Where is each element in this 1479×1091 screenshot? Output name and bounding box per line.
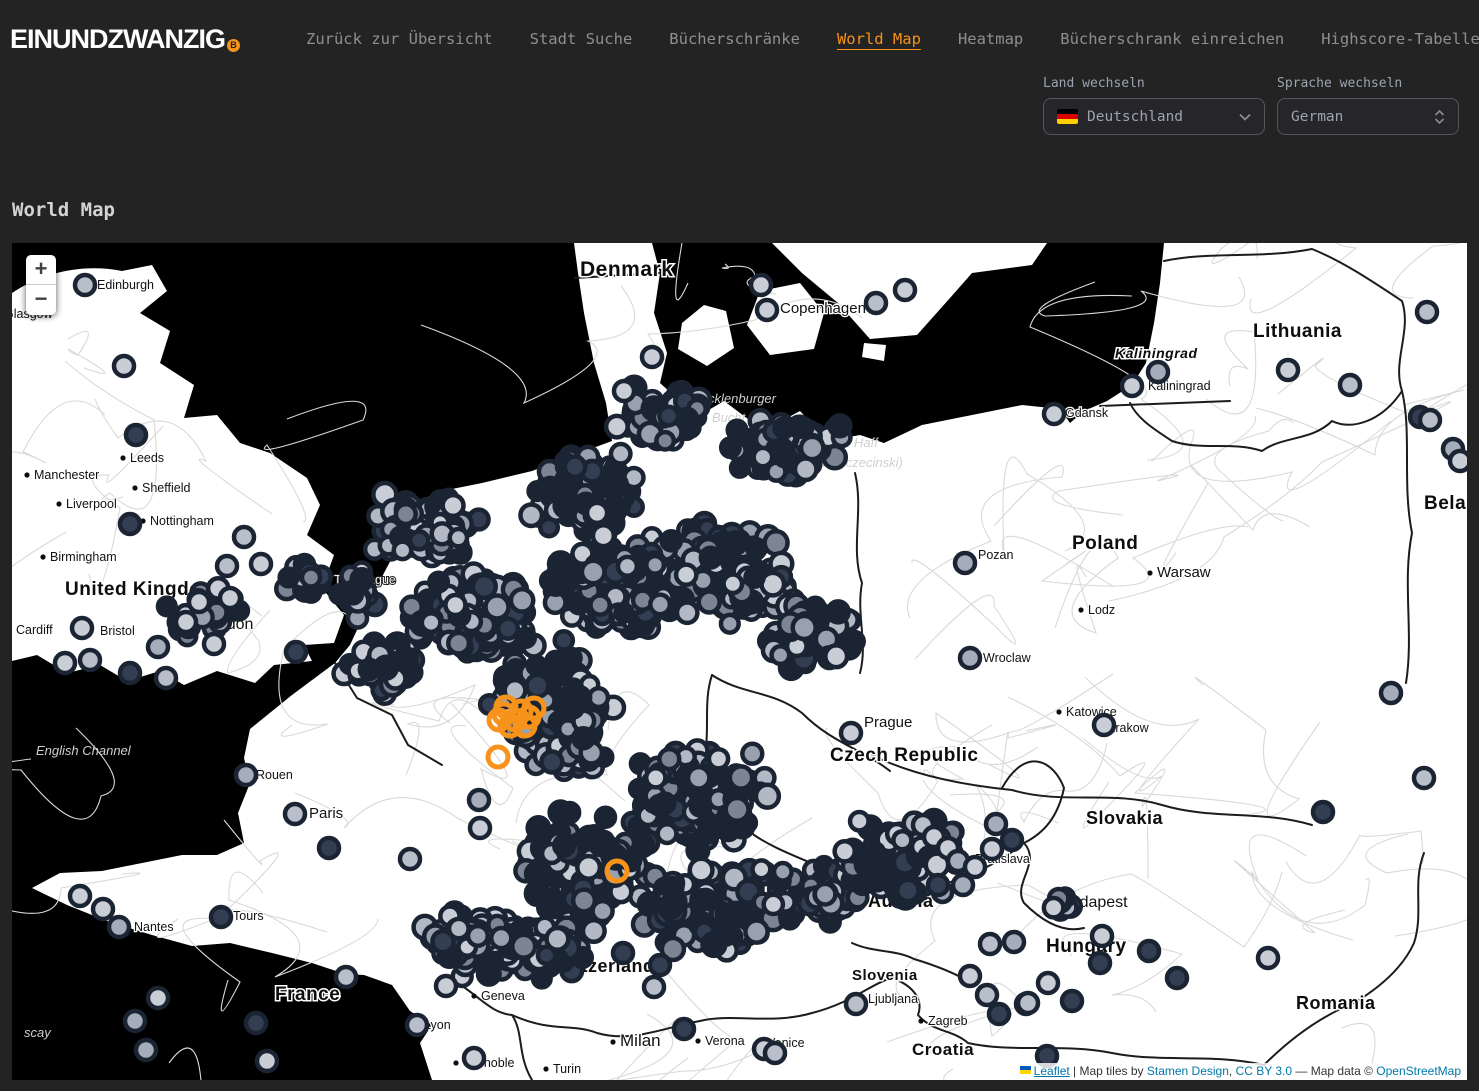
svg-text:France: France [275,984,340,1005]
header-controls: Land wechseln Deutschland Sprache wechse… [0,58,1479,135]
svg-text:Sheffield: Sheffield [142,481,190,495]
stamen-design-link[interactable]: Stamen Design [1147,1064,1229,1078]
nav-item-highscore-table[interactable]: Highscore-Tabelle [1321,30,1479,48]
attribution-text: | Map tiles by [1070,1064,1147,1078]
ukraine-flag-icon [1020,1066,1031,1074]
nav-item-back-to-overview[interactable]: Zurück zur Übersicht [306,30,493,48]
svg-text:Zagreb: Zagreb [928,1014,968,1028]
chevron-up-down-icon [1434,110,1445,124]
svg-text:Romania: Romania [1296,993,1376,1013]
nav-item-heatmap[interactable]: Heatmap [958,30,1023,48]
map-zoom-control: + − [26,255,56,315]
svg-text:Bristol: Bristol [100,624,135,638]
nav-item-submit-bookcase[interactable]: Bücherschrank einreichen [1060,30,1284,48]
zoom-out-button[interactable]: − [26,285,56,315]
country-select-value: Deutschland [1087,109,1230,125]
svg-text:Leeds: Leeds [130,451,164,465]
language-select-value: German [1291,109,1425,125]
nav-item-world-map[interactable]: World Map [837,30,921,48]
app-logo[interactable]: EINUNDZWANZIG B [10,26,240,53]
map-attribution: Leaflet | Map tiles by Stamen Design, CC… [1015,1063,1467,1080]
svg-text:Cardiff: Cardiff [16,623,53,637]
svg-text:Geneva: Geneva [481,989,525,1003]
bitcoin-icon: B [227,39,240,52]
svg-text:Denmark: Denmark [580,258,673,281]
svg-text:Czech Republic: Czech Republic [830,745,978,766]
svg-text:Tours: Tours [233,909,264,923]
svg-text:Poland: Poland [1072,533,1138,554]
attribution-comma: , [1229,1064,1236,1078]
germany-flag-icon [1057,109,1078,124]
svg-text:Paris: Paris [309,805,343,822]
svg-text:Rouen: Rouen [256,768,293,782]
world-map: English ChannelscayMecklenburgerBuchtSte… [12,243,1467,1080]
svg-text:Pozan: Pozan [978,548,1013,562]
language-select[interactable]: German [1277,98,1459,135]
svg-text:English Channel: English Channel [36,743,132,758]
svg-text:Nantes: Nantes [134,920,174,934]
map-canvas[interactable]: English ChannelscayMecklenburgerBuchtSte… [12,243,1467,1080]
svg-text:Prague: Prague [864,714,912,731]
svg-text:Birmingham: Birmingham [50,550,117,564]
svg-text:Lodz: Lodz [1088,603,1115,617]
page-title: World Map [12,199,1479,221]
svg-text:Kaliningrad: Kaliningrad [1115,345,1198,361]
country-select[interactable]: Deutschland [1043,98,1265,135]
country-select-label: Land wechseln [1043,76,1265,91]
top-navbar: EINUNDZWANZIG B Zurück zur Übersicht Sta… [0,0,1479,58]
attribution-map-data: — Map data © [1292,1064,1376,1078]
svg-text:Gdansk: Gdansk [1065,406,1109,420]
language-select-label: Sprache wechseln [1277,76,1459,91]
svg-text:Liverpool: Liverpool [66,497,117,511]
svg-text:Slovakia: Slovakia [1086,808,1164,828]
svg-text:Verona: Verona [705,1034,745,1048]
svg-text:Ljubljana: Ljubljana [868,992,918,1006]
main-nav: Zurück zur Übersicht Stadt Suche Büchers… [306,30,1479,48]
language-select-group: Sprache wechseln German [1277,76,1459,135]
svg-text:Turin: Turin [553,1062,581,1076]
chevron-down-icon [1239,113,1251,121]
svg-text:Warsaw: Warsaw [1157,564,1211,581]
svg-text:Copenhagen: Copenhagen [780,300,866,317]
svg-text:Edinburgh: Edinburgh [97,278,154,292]
svg-text:Wroclaw: Wroclaw [983,651,1032,665]
svg-text:Slovenia: Slovenia [852,967,918,984]
cc-license-link[interactable]: CC BY 3.0 [1236,1064,1292,1078]
zoom-in-button[interactable]: + [26,255,56,285]
leaflet-link[interactable]: Leaflet [1034,1064,1070,1078]
svg-text:Croatia: Croatia [912,1040,974,1059]
svg-text:Belarus: Belarus [1424,493,1467,514]
nav-item-bookcases[interactable]: Bücherschränke [669,30,800,48]
svg-text:scay: scay [24,1025,52,1040]
svg-text:Milan: Milan [620,1031,661,1050]
openstreetmap-link[interactable]: OpenStreetMap [1376,1064,1461,1078]
svg-text:Hungary: Hungary [1046,936,1127,957]
nav-item-city-search[interactable]: Stadt Suche [530,30,633,48]
svg-text:Nottingham: Nottingham [150,514,214,528]
app-logo-text: EINUNDZWANZIG [10,26,225,53]
country-select-group: Land wechseln Deutschland [1043,76,1265,135]
svg-text:Manchester: Manchester [34,468,99,482]
svg-text:Lithuania: Lithuania [1253,321,1342,342]
